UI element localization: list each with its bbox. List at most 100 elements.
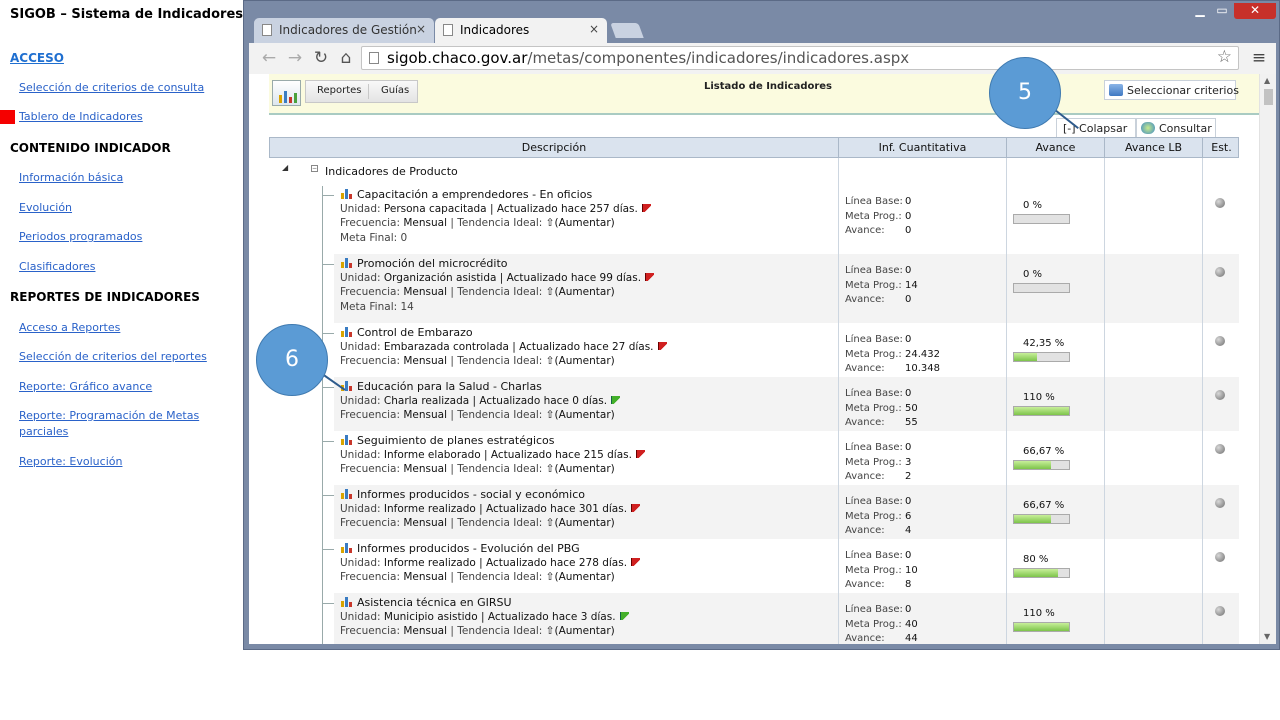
menu-heading-acceso[interactable]: ACCESO xyxy=(10,51,64,65)
tree-connector xyxy=(322,387,334,388)
indicator-unidad-line: Unidad: Informe realizado | Actualizado … xyxy=(340,503,641,515)
group-row[interactable]: ◢ − Indicadores de Producto xyxy=(269,158,1239,185)
menu-link-grafico-avance[interactable]: Reporte: Gráfico avance xyxy=(19,379,219,395)
indicator-title[interactable]: Seguimiento de planes estratégicos xyxy=(357,434,555,447)
quant-line: Avance: 4 xyxy=(845,525,912,536)
indicator-title[interactable]: Asistencia técnica en GIRSU xyxy=(357,596,512,609)
quant-line: Línea Base: 0 xyxy=(845,388,912,399)
url-text: sigob.chaco.gov.ar/metas/componentes/ind… xyxy=(387,49,910,67)
reload-icon[interactable]: ↻ xyxy=(311,48,331,68)
indicator-title[interactable]: Informes producidos - Evolución del PBG xyxy=(357,542,580,555)
indicator-frecuencia-line: Frecuencia: Mensual | Tendencia Ideal: ⇧… xyxy=(340,517,615,529)
avance-percent: 42,35 % xyxy=(1023,338,1065,349)
tree-connector xyxy=(322,186,323,644)
menu-link-tablero[interactable]: Tablero de Indicadores xyxy=(19,109,219,125)
table-header: Descripción Inf. Cuantitativa Avance Ava… xyxy=(269,137,1239,158)
indicator-title[interactable]: Promoción del microcrédito xyxy=(357,257,508,270)
menu-link-evolucion[interactable]: Evolución xyxy=(19,200,219,216)
scroll-thumb[interactable] xyxy=(1264,89,1273,105)
new-tab-button[interactable] xyxy=(610,23,644,38)
minimize-icon[interactable]: ▁ xyxy=(1190,3,1210,19)
avance-progress-bar xyxy=(1013,622,1070,632)
avance-percent: 66,67 % xyxy=(1023,446,1065,457)
collapse-box-icon[interactable]: − xyxy=(311,165,318,172)
indicator-frecuencia-line: Frecuencia: Mensual | Tendencia Ideal: ⇧… xyxy=(340,355,615,367)
column-divider xyxy=(1104,158,1105,644)
indicator-frecuencia-line: Frecuencia: Mensual | Tendencia Ideal: ⇧… xyxy=(340,409,615,421)
quant-line: Avance: 2 xyxy=(845,471,912,482)
avance-progress-fill xyxy=(1014,353,1038,361)
menu-link-acceso-reportes[interactable]: Acceso a Reportes xyxy=(19,320,219,336)
consultar-button[interactable]: Consultar xyxy=(1136,118,1216,138)
back-arrow-icon[interactable]: ← xyxy=(259,48,279,68)
forward-arrow-icon[interactable]: → xyxy=(285,48,305,68)
indicator-frecuencia-line: Frecuencia: Mensual | Tendencia Ideal: ⇧… xyxy=(340,625,615,637)
avance-progress-bar xyxy=(1013,214,1070,224)
status-light-icon xyxy=(1215,267,1225,277)
menu-link-periodos[interactable]: Periodos programados xyxy=(19,229,219,245)
column-header-descripcion[interactable]: Descripción xyxy=(270,138,839,157)
red-flag-icon xyxy=(657,341,667,350)
hamburger-menu-icon[interactable]: ≡ xyxy=(1249,48,1269,68)
maximize-icon[interactable]: ▭ xyxy=(1212,3,1232,19)
quant-line: Meta Prog.: 3 xyxy=(845,456,912,468)
quant-line: Meta Prog.: 10 xyxy=(845,564,918,576)
menu-heading-contenido: CONTENIDO INDICADOR xyxy=(10,141,171,155)
app-tab-reportes[interactable]: Reportes xyxy=(317,85,362,96)
close-window-icon[interactable]: ✕ xyxy=(1234,3,1276,19)
status-light-icon xyxy=(1215,336,1225,346)
indicator-frecuencia-line: Frecuencia: Mensual | Tendencia Ideal: ⇧… xyxy=(340,217,615,229)
status-light-icon xyxy=(1215,444,1225,454)
home-icon[interactable]: ⌂ xyxy=(336,48,356,68)
avance-progress-fill xyxy=(1014,623,1069,631)
tab-indicadores-gestion[interactable]: Indicadores de Gestión × xyxy=(254,18,434,43)
tree-connector xyxy=(322,441,334,442)
scroll-up-icon[interactable]: ▲ xyxy=(1264,76,1270,85)
menu-link-reporte-evolucion[interactable]: Reporte: Evolución xyxy=(19,454,219,470)
address-bar[interactable]: sigob.chaco.gov.ar/metas/componentes/ind… xyxy=(361,46,1239,70)
tree-connector xyxy=(322,195,334,196)
column-divider xyxy=(1202,158,1203,644)
tab-indicadores[interactable]: Indicadores × xyxy=(435,18,607,43)
column-header-estado[interactable]: Est. xyxy=(1203,138,1240,157)
indicator-unidad-line: Unidad: Charla realizada | Actualizado h… xyxy=(340,395,621,407)
menu-link-clasificadores[interactable]: Clasificadores xyxy=(19,259,219,275)
page-icon xyxy=(369,52,379,64)
callout-5: 5 xyxy=(989,57,1061,129)
scroll-down-icon[interactable]: ▼ xyxy=(1264,632,1270,641)
slide-title: SIGOB – Sistema de Indicadores xyxy=(10,7,243,22)
quant-line: Meta Prog.: 24.432 xyxy=(845,348,940,360)
browser-toolbar: ← → ↻ ⌂ sigob.chaco.gov.ar/metas/compone… xyxy=(249,43,1276,74)
indicator-chart-icon xyxy=(341,326,353,337)
avance-progress-bar xyxy=(1013,352,1070,362)
column-header-avance-lb[interactable]: Avance LB xyxy=(1105,138,1203,157)
indicator-chart-icon xyxy=(341,488,353,499)
menu-link-informacion-basica[interactable]: Información básica xyxy=(19,170,219,186)
column-divider xyxy=(838,158,839,644)
app-tab-guias[interactable]: Guías xyxy=(381,85,409,96)
column-header-avance[interactable]: Avance xyxy=(1007,138,1105,157)
menu-link-programacion-metas[interactable]: Reporte: Programación de Metas parciales xyxy=(19,408,219,440)
indicator-unidad-line: Unidad: Organización asistida | Actualiz… xyxy=(340,272,655,284)
indicator-title[interactable]: Capacitación a emprendedores - En oficio… xyxy=(357,188,592,201)
tree-connector xyxy=(322,603,334,604)
avance-percent: 0 % xyxy=(1023,269,1043,280)
expand-toggle-icon[interactable]: ◢ xyxy=(282,163,288,172)
tab-close-icon[interactable]: × xyxy=(589,22,599,36)
indicator-title[interactable]: Control de Embarazo xyxy=(357,326,473,339)
column-header-inf-cuantitativa[interactable]: Inf. Cuantitativa xyxy=(839,138,1007,157)
seleccionar-criterios-button[interactable]: Seleccionar criterios xyxy=(1104,80,1239,100)
column-divider xyxy=(1006,158,1007,644)
menu-link-seleccion-reportes[interactable]: Selección de criterios del reportes xyxy=(19,349,219,365)
indicator-title[interactable]: Informes producidos - social y económico xyxy=(357,488,585,501)
avance-progress-fill xyxy=(1014,461,1051,469)
menu-link-seleccion-criterios[interactable]: Selección de criterios de consulta xyxy=(19,80,219,96)
indicator-title[interactable]: Educación para la Salud - Charlas xyxy=(357,380,542,393)
tab-close-icon[interactable]: × xyxy=(416,22,426,36)
quant-line: Línea Base: 0 xyxy=(845,334,912,345)
quant-line: Línea Base: 0 xyxy=(845,550,912,561)
vertical-scrollbar[interactable]: ▲ ▼ xyxy=(1259,74,1276,644)
avance-percent: 110 % xyxy=(1023,608,1055,619)
star-icon[interactable]: ☆ xyxy=(1217,47,1232,67)
quant-line: Avance: 0 xyxy=(845,225,912,236)
